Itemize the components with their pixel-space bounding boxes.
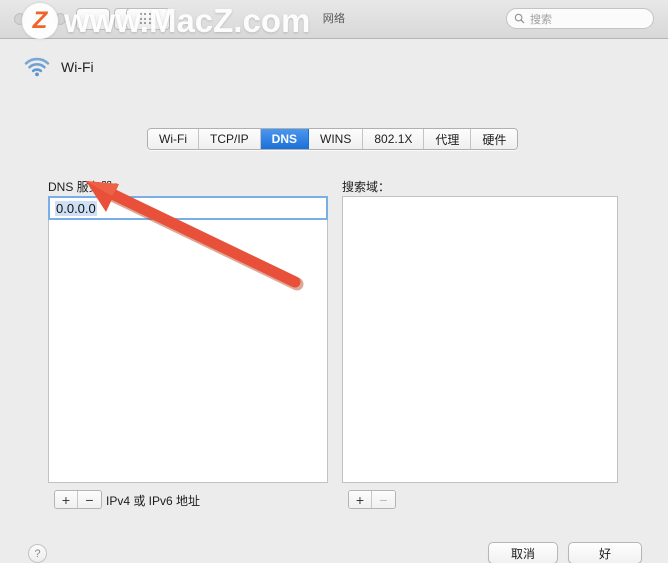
- tab-label: 802.1X: [374, 132, 413, 146]
- tab-label: DNS: [271, 132, 297, 146]
- service-header: Wi-Fi: [24, 57, 94, 77]
- tab-wifi[interactable]: Wi-Fi: [148, 129, 199, 149]
- dns-server-entry[interactable]: 0.0.0.0: [48, 196, 328, 220]
- tab-hardware[interactable]: 硬件: [471, 129, 518, 149]
- cancel-button[interactable]: 取消: [488, 542, 558, 563]
- network-preferences-window: ‹ › 网络 搜索: [0, 0, 668, 563]
- tab-label: WINS: [320, 132, 352, 146]
- tab-proxy[interactable]: 代理: [424, 129, 472, 149]
- dns-servers-stepper: + −: [54, 490, 102, 509]
- help-button[interactable]: ?: [28, 544, 47, 563]
- add-dns-server-button[interactable]: +: [55, 491, 78, 508]
- tab-tcpip[interactable]: TCP/IP: [198, 129, 261, 149]
- search-domains-label: 搜索域：: [342, 180, 391, 194]
- search-placeholder: 搜索: [530, 13, 552, 26]
- dns-settings-sheet: Wi-Fi Wi-Fi TCP/IP DNS WINS 802.1X 代理 硬件…: [0, 39, 668, 563]
- dns-servers-hint: IPv4 或 IPv6 地址: [106, 494, 201, 508]
- dns-server-value: 0.0.0.0: [55, 200, 97, 216]
- service-name: Wi-Fi: [61, 59, 94, 75]
- dns-servers-list[interactable]: [48, 196, 328, 483]
- tab-wins[interactable]: WINS: [309, 129, 364, 149]
- remove-dns-server-button[interactable]: −: [78, 491, 101, 508]
- dns-servers-label: DNS 服务器：: [48, 180, 125, 194]
- search-domains-list[interactable]: [342, 196, 618, 483]
- ok-button[interactable]: 好: [568, 542, 642, 563]
- tab-label: TCP/IP: [209, 132, 249, 146]
- wifi-icon: [24, 57, 50, 77]
- search-icon: [514, 13, 525, 24]
- settings-tab-bar: Wi-Fi TCP/IP DNS WINS 802.1X 代理 硬件: [147, 128, 519, 150]
- tab-8021x[interactable]: 802.1X: [363, 129, 425, 149]
- tab-label: 硬件: [482, 132, 507, 147]
- add-search-domain-button[interactable]: +: [349, 491, 372, 508]
- tab-label: Wi-Fi: [159, 132, 187, 146]
- search-domains-stepper: + −: [348, 490, 396, 509]
- window-titlebar: ‹ › 网络 搜索: [0, 0, 668, 39]
- tab-label: 代理: [435, 132, 460, 147]
- search-field[interactable]: 搜索: [506, 8, 654, 29]
- remove-search-domain-button: −: [372, 491, 395, 508]
- tab-dns[interactable]: DNS: [260, 129, 309, 149]
